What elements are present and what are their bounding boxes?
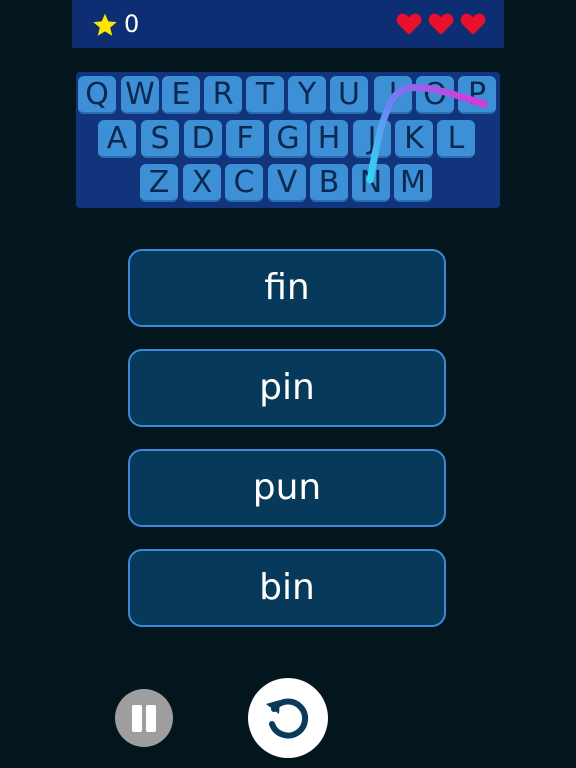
key-i[interactable]: I <box>374 76 412 114</box>
key-e[interactable]: E <box>162 76 200 114</box>
heart-icon <box>428 13 454 35</box>
key-x[interactable]: X <box>183 164 221 202</box>
pause-icon <box>132 705 142 732</box>
pause-button[interactable] <box>115 689 173 747</box>
star-icon <box>93 13 117 36</box>
answer-option[interactable]: fin <box>128 249 446 327</box>
key-s[interactable]: S <box>141 120 179 158</box>
reset-icon <box>266 698 309 739</box>
key-b[interactable]: B <box>310 164 348 202</box>
key-w[interactable]: W <box>121 76 159 114</box>
answer-option[interactable]: bin <box>128 549 446 627</box>
key-j[interactable]: J <box>353 120 391 158</box>
answer-option[interactable]: pin <box>128 349 446 427</box>
key-n[interactable]: N <box>352 164 390 202</box>
lives-indicator <box>396 12 486 36</box>
key-q[interactable]: Q <box>78 76 116 114</box>
key-g[interactable]: G <box>269 120 307 158</box>
swipe-keyboard[interactable]: Q W E R T Y U I O P A S D F G H J K L Z … <box>76 72 500 208</box>
key-p[interactable]: P <box>458 76 496 114</box>
key-u[interactable]: U <box>330 76 368 114</box>
answer-option[interactable]: pun <box>128 449 446 527</box>
pause-icon <box>146 705 156 732</box>
key-r[interactable]: R <box>204 76 242 114</box>
key-z[interactable]: Z <box>140 164 178 202</box>
reset-button[interactable] <box>248 678 328 758</box>
key-t[interactable]: T <box>246 76 284 114</box>
key-k[interactable]: K <box>395 120 433 158</box>
key-l[interactable]: L <box>437 120 475 158</box>
key-h[interactable]: H <box>310 120 348 158</box>
key-d[interactable]: D <box>184 120 222 158</box>
key-c[interactable]: C <box>225 164 263 202</box>
score-value: 0 <box>124 10 140 38</box>
key-m[interactable]: M <box>394 164 432 202</box>
key-o[interactable]: O <box>416 76 454 114</box>
key-v[interactable]: V <box>268 164 306 202</box>
heart-icon <box>396 13 422 35</box>
key-f[interactable]: F <box>226 120 264 158</box>
key-y[interactable]: Y <box>288 76 326 114</box>
heart-icon <box>460 13 486 35</box>
key-a[interactable]: A <box>98 120 136 158</box>
